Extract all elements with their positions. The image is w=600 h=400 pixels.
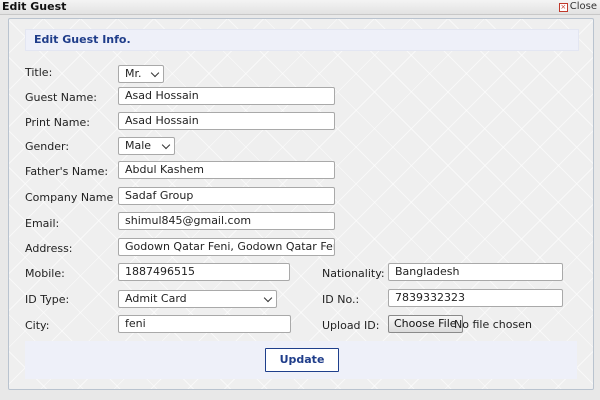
section-title: Edit Guest Info. xyxy=(34,33,131,46)
choose-file-button[interactable]: Choose File xyxy=(388,315,463,333)
mobile-input[interactable]: 1887496515 xyxy=(118,263,290,281)
title-select[interactable]: Mr. xyxy=(118,65,164,83)
print-name-label: Print Name: xyxy=(25,116,90,129)
form-panel: Edit Guest Info. Title: Mr. Guest Name: … xyxy=(8,18,594,390)
company-name-input[interactable]: Sadaf Group xyxy=(118,187,335,205)
section-header: Edit Guest Info. xyxy=(25,29,579,51)
update-button[interactable]: Update xyxy=(265,348,339,372)
gender-label: Gender: xyxy=(25,140,70,153)
father-name-label: Father's Name: xyxy=(25,165,109,178)
guest-name-input[interactable]: Asad Hossain xyxy=(118,87,335,105)
nationality-input[interactable]: Bangladesh xyxy=(388,263,563,281)
id-no-input[interactable]: 7839332323 xyxy=(388,289,563,307)
city-label: City: xyxy=(25,319,50,332)
form-footer: Update xyxy=(25,341,577,379)
file-status: No file chosen xyxy=(454,318,532,331)
city-input[interactable]: feni xyxy=(118,315,291,333)
email-input[interactable]: shimul845@gmail.com xyxy=(118,212,335,230)
title-label: Title: xyxy=(25,66,53,79)
father-name-input[interactable]: Abdul Kashem xyxy=(118,161,335,179)
dialog-titlebar: Edit Guest × Close xyxy=(0,0,600,15)
id-type-select[interactable]: Admit Card xyxy=(118,290,277,308)
mobile-label: Mobile: xyxy=(25,267,65,280)
close-icon: × xyxy=(558,2,568,12)
company-name-label: Company Name : xyxy=(25,191,121,204)
id-type-label: ID Type: xyxy=(25,293,70,306)
id-no-label: ID No.: xyxy=(322,293,360,306)
upload-id-label: Upload ID: xyxy=(322,319,380,332)
email-label: Email: xyxy=(25,217,60,230)
dialog-title: Edit Guest xyxy=(2,0,67,13)
close-button[interactable]: × Close xyxy=(558,0,597,14)
guest-name-label: Guest Name: xyxy=(25,91,97,104)
address-input[interactable]: Godown Qatar Feni, Godown Qatar Feni xyxy=(118,238,335,256)
address-label: Address: xyxy=(25,242,73,255)
gender-select[interactable]: Male xyxy=(118,137,175,155)
close-label: Close xyxy=(569,1,597,12)
nationality-label: Nationality: xyxy=(322,267,385,280)
print-name-input[interactable]: Asad Hossain xyxy=(118,112,335,130)
